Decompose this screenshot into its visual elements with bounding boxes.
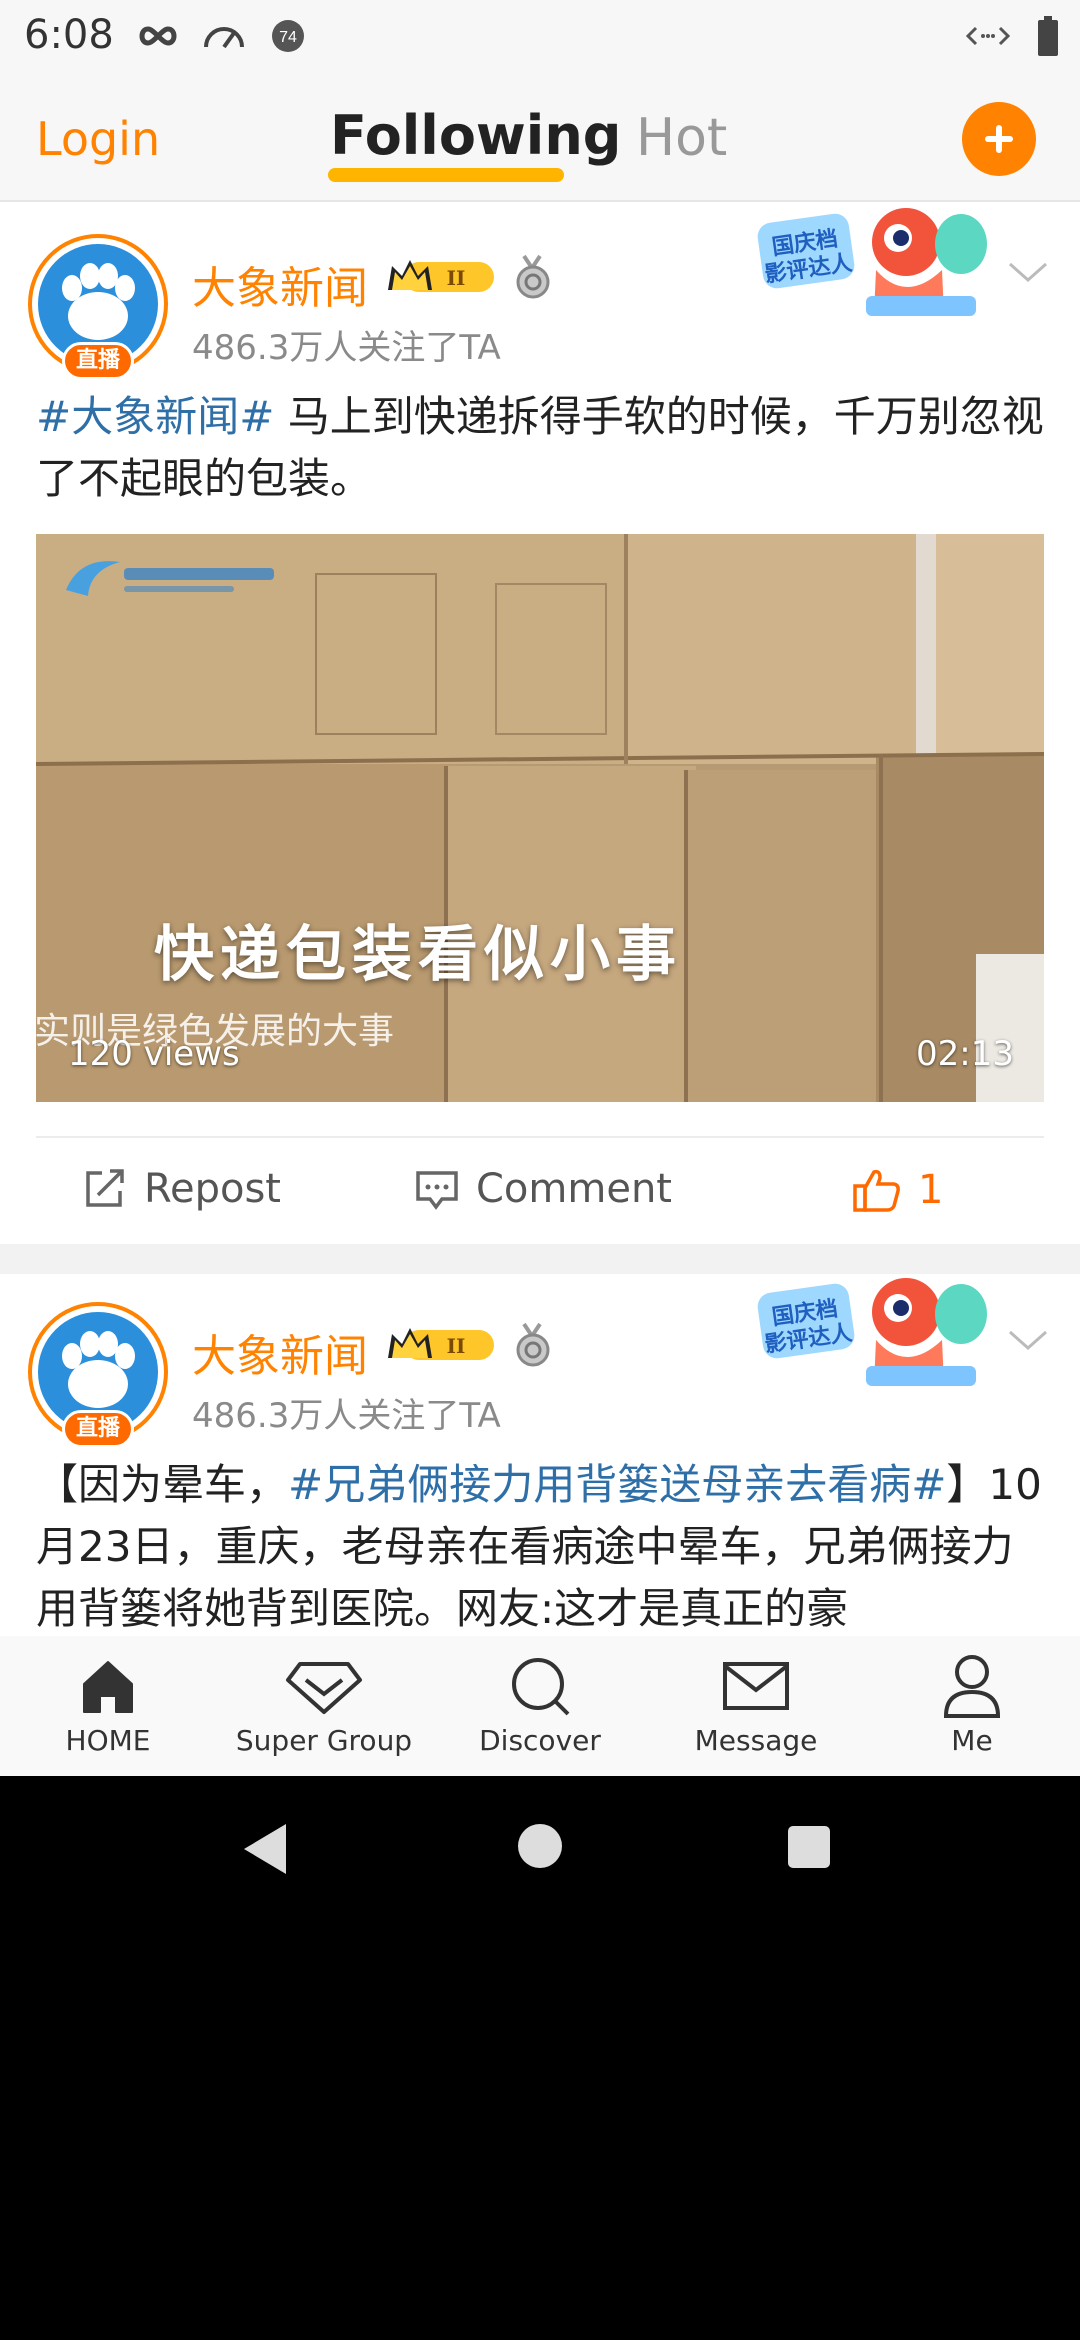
login-button[interactable]: Login — [36, 112, 160, 166]
video-player[interactable]: 快递包装看似小事 实则是绿色发展的大事 120 views 02:13 — [36, 534, 1044, 1102]
avatar[interactable]: 直播 — [28, 1302, 168, 1448]
svg-text:74: 74 — [279, 29, 297, 46]
post-username[interactable]: 大象新闻 — [192, 252, 368, 316]
live-badge: 直播 — [62, 342, 134, 380]
status-icons: 74 — [138, 18, 306, 54]
top-nav: Login Following Hot — [0, 72, 1080, 202]
battery-icon — [1038, 16, 1058, 56]
chevron-down-icon[interactable] — [1004, 258, 1052, 288]
status-bar: 6:08 74 — [0, 0, 1080, 72]
post-actions: Repost Comment 1 — [36, 1136, 1044, 1242]
speedometer-icon — [204, 27, 244, 49]
repost-icon — [86, 1169, 124, 1207]
status-time: 6:08 — [24, 12, 114, 58]
event-sticker-icon: 国庆档 影评达人 — [757, 1278, 987, 1386]
comment-button[interactable]: Comment — [414, 1166, 672, 1212]
follower-count: 486.3万人关注了TA — [192, 328, 501, 368]
like-button[interactable]: 1 — [852, 1166, 943, 1214]
video-duration: 02:13 — [916, 1034, 1014, 1074]
like-count: 1 — [918, 1167, 944, 1213]
infinity-icon — [139, 26, 177, 46]
svg-text:II: II — [447, 1334, 466, 1358]
person-icon — [943, 1655, 1001, 1718]
repost-button[interactable]: Repost — [82, 1166, 281, 1212]
diamond-icon — [286, 1662, 362, 1714]
post-hashtag[interactable]: #兄弟俩接力用背篓送母亲去看病# — [288, 1460, 946, 1509]
tab-hot[interactable]: Hot — [636, 108, 727, 168]
feed-post[interactable]: 直播 大象新闻 II 486.3万人关注了TA 国庆档 影评达人 【因为晕车，#… — [0, 1274, 1080, 1654]
bottom-tab-bar: HOME Super Group Discover Message Me — [0, 1636, 1080, 1776]
home-nav-icon[interactable] — [516, 1822, 564, 1870]
search-icon — [512, 1658, 570, 1716]
system-nav-bar — [0, 1776, 1080, 1916]
post-text: 【因为晕车，#兄弟俩接力用背篓送母亲去看病#】10月23日，重庆，老母亲在看病途… — [36, 1454, 1046, 1644]
screen: 6:08 74 Login Following Hot 直播 大象新闻 II 4… — [0, 0, 1080, 1776]
data-transfer-icon — [966, 26, 1010, 46]
mail-icon — [723, 1662, 789, 1710]
follower-count: 486.3万人关注了TA — [192, 1396, 501, 1436]
tab-discover[interactable]: Discover — [432, 1650, 648, 1757]
thumbs-up-icon — [853, 1169, 900, 1212]
crown-badge-icon: II — [388, 260, 494, 292]
avatar[interactable]: 直播 — [28, 234, 168, 380]
back-icon[interactable] — [240, 1822, 290, 1876]
recents-icon[interactable] — [786, 1824, 832, 1870]
video-caption: 快递包装看似小事 — [154, 920, 682, 990]
tab-super-group[interactable]: Super Group — [216, 1650, 432, 1757]
post-username[interactable]: 大象新闻 — [192, 1320, 368, 1384]
compose-button[interactable] — [962, 102, 1036, 176]
broadcaster-watermark-icon — [66, 561, 274, 596]
tab-following[interactable]: Following — [330, 104, 621, 167]
medal-icon — [516, 254, 550, 299]
active-tab-indicator — [328, 168, 564, 182]
notification-count-icon: 74 — [272, 20, 304, 52]
status-right — [966, 16, 1060, 56]
tab-home[interactable]: HOME — [0, 1650, 216, 1757]
home-icon — [83, 1661, 133, 1713]
tab-message[interactable]: Message — [648, 1650, 864, 1757]
post-hashtag[interactable]: #大象新闻# — [36, 392, 274, 441]
chevron-down-icon[interactable] — [1004, 1326, 1052, 1356]
post-text: #大象新闻# 马上到快递拆得手软的时候，千万别忽视了不起眼的包装。 — [36, 386, 1046, 510]
plus-icon — [985, 125, 1013, 153]
svg-text:II: II — [447, 266, 466, 290]
medal-icon — [516, 1322, 550, 1367]
feed-post[interactable]: 直播 大象新闻 II 486.3万人关注了TA 国庆档 影评达人 #大象新闻# … — [0, 204, 1080, 1244]
comment-icon — [416, 1171, 458, 1210]
event-sticker-icon: 国庆档 影评达人 — [757, 208, 987, 316]
video-views: 120 views — [68, 1034, 240, 1074]
post-divider — [0, 1244, 1080, 1274]
crown-badge-icon: II — [388, 1328, 494, 1360]
live-badge: 直播 — [62, 1410, 134, 1448]
tab-me[interactable]: Me — [864, 1650, 1080, 1757]
post-body-prefix: 【因为晕车， — [36, 1460, 289, 1509]
